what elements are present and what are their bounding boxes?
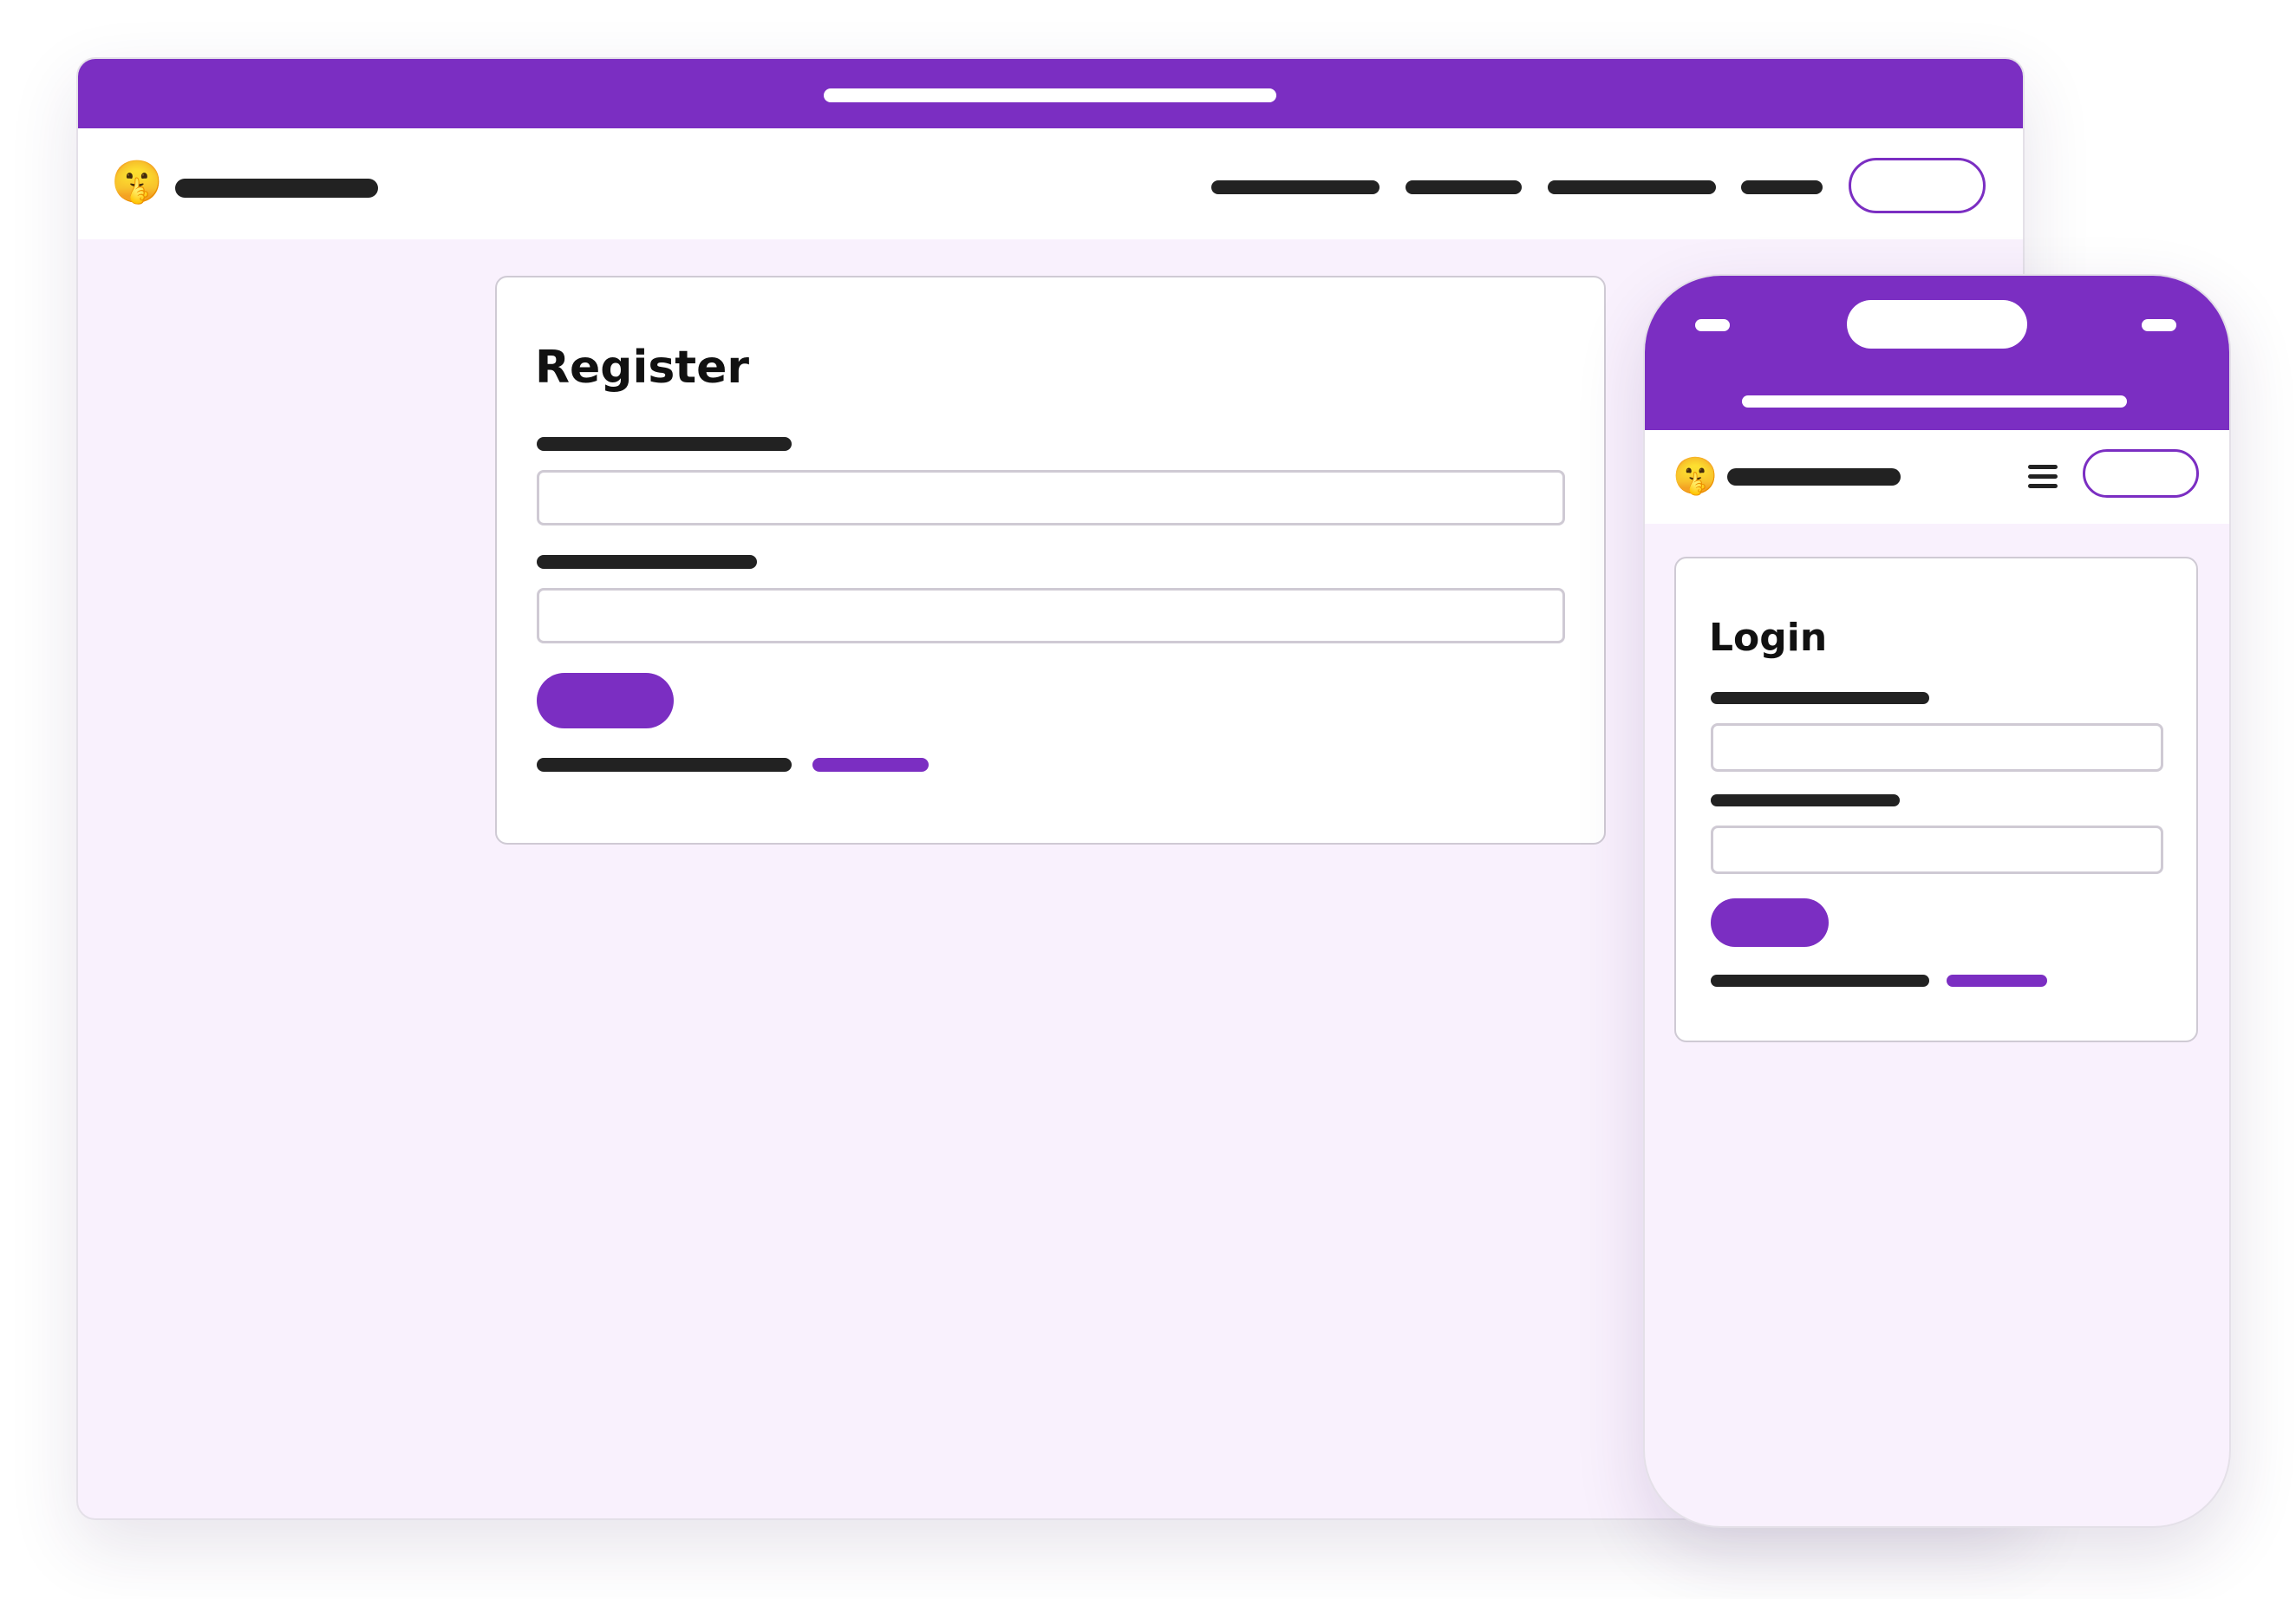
- phone-status-area: [1645, 276, 2229, 430]
- nav-link-1[interactable]: [1211, 180, 1380, 194]
- register-title: Register: [535, 342, 750, 394]
- login-footer-text-placeholder: [1711, 975, 1929, 987]
- field-label-1: [537, 437, 792, 451]
- phone-notch: [1847, 300, 2027, 349]
- register-submit-button[interactable]: [537, 673, 674, 728]
- browser-title-bar: [78, 59, 2023, 128]
- status-indicator-right: [2142, 319, 2176, 331]
- site-navbar: 🤫: [78, 128, 2023, 239]
- mobile-phone-mockup: 🤫 Login: [1643, 274, 2231, 1528]
- login-submit-button[interactable]: [1711, 898, 1829, 947]
- mobile-logo-emoji-icon[interactable]: 🤫: [1673, 458, 1718, 494]
- footer-link[interactable]: [812, 758, 929, 772]
- login-field-label-1: [1711, 692, 1929, 704]
- site-title-placeholder[interactable]: [175, 179, 378, 198]
- address-bar[interactable]: [824, 88, 1276, 102]
- register-input-1[interactable]: [537, 470, 1565, 525]
- hamburger-menu-icon[interactable]: [2028, 465, 2058, 489]
- nav-link-3[interactable]: [1548, 180, 1716, 194]
- login-title: Login: [1709, 616, 1828, 660]
- nav-link-4[interactable]: [1741, 180, 1823, 194]
- mobile-site-title-placeholder[interactable]: [1727, 468, 1901, 486]
- logo-emoji-icon[interactable]: 🤫: [111, 161, 163, 203]
- footer-text-placeholder: [537, 758, 792, 772]
- register-card: Register: [495, 276, 1606, 845]
- nav-link-2[interactable]: [1406, 180, 1522, 194]
- mobile-navbar: 🤫: [1645, 430, 2229, 524]
- status-indicator-left: [1695, 319, 1730, 331]
- field-label-2: [537, 555, 757, 569]
- nav-cta-button[interactable]: [1849, 158, 1986, 213]
- login-input-1[interactable]: [1711, 723, 2163, 772]
- login-card: Login: [1674, 557, 2198, 1042]
- login-footer-link[interactable]: [1947, 975, 2047, 987]
- login-field-label-2: [1711, 794, 1900, 806]
- register-input-2[interactable]: [537, 588, 1565, 643]
- mobile-nav-cta-button[interactable]: [2083, 449, 2199, 498]
- login-input-2[interactable]: [1711, 826, 2163, 874]
- mobile-address-bar[interactable]: [1742, 395, 2127, 408]
